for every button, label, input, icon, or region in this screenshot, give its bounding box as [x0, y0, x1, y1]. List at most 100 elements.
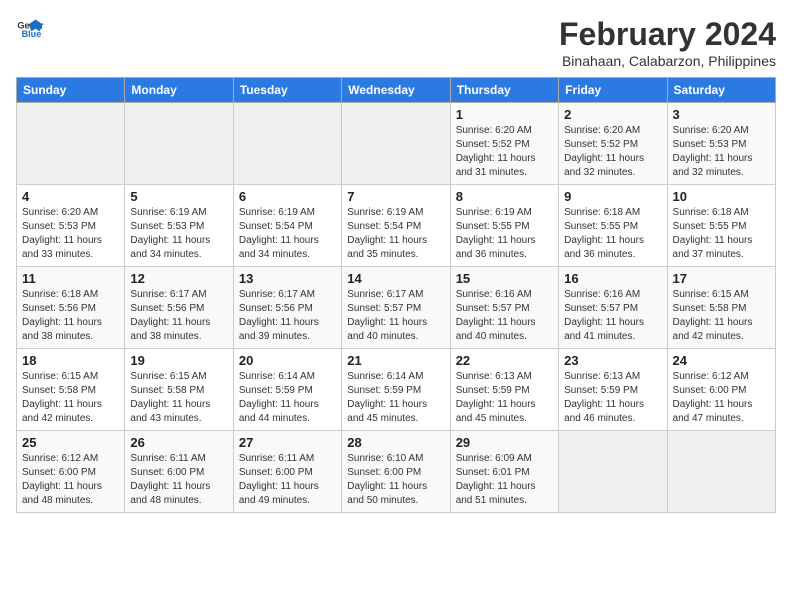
calendar-cell: 12 Sunrise: 6:17 AMSunset: 5:56 PMDayligh… [125, 267, 233, 349]
day-number: 20 [239, 353, 336, 368]
day-number: 7 [347, 189, 444, 204]
day-info: Sunrise: 6:17 AMSunset: 5:56 PMDaylight:… [130, 288, 227, 344]
day-info: Sunrise: 6:20 AMSunset: 5:53 PMDaylight:… [22, 206, 119, 262]
calendar-cell: 19 Sunrise: 6:15 AMSunset: 5:58 PMDayligh… [125, 349, 233, 431]
day-number: 28 [347, 435, 444, 450]
day-header: Sunday [17, 78, 125, 103]
calendar-week-row: 18 Sunrise: 6:15 AMSunset: 5:58 PMDayligh… [17, 349, 776, 431]
day-header: Friday [559, 78, 667, 103]
calendar-cell: 11 Sunrise: 6:18 AMSunset: 5:56 PMDayligh… [17, 267, 125, 349]
calendar-cell: 28Sunrise: 6:10 AMSunset: 6:00 PMDayligh… [342, 431, 450, 513]
day-info: Sunrise: 6:14 AMSunset: 5:59 PMDaylight:… [239, 370, 336, 426]
calendar-cell: 8Sunrise: 6:19 AMSunset: 5:55 PMDaylight… [450, 185, 558, 267]
day-number: 25 [22, 435, 119, 450]
day-info: Sunrise: 6:18 AMSunset: 5:55 PMDaylight:… [673, 206, 770, 262]
calendar-cell [125, 103, 233, 185]
day-info: Sunrise: 6:16 AMSunset: 5:57 PMDaylight:… [564, 288, 661, 344]
day-number: 3 [673, 107, 770, 122]
calendar-cell [233, 103, 341, 185]
day-info: Sunrise: 6:12 AMSunset: 6:00 PMDaylight:… [673, 370, 770, 426]
day-number: 23 [564, 353, 661, 368]
calendar-cell: 25 Sunrise: 6:12 AMSunset: 6:00 PMDayligh… [17, 431, 125, 513]
day-number: 15 [456, 271, 553, 286]
calendar-cell: 10 Sunrise: 6:18 AMSunset: 5:55 PMDayligh… [667, 185, 775, 267]
day-info: Sunrise: 6:20 AMSunset: 5:52 PMDaylight:… [456, 124, 553, 180]
day-info: Sunrise: 6:18 AMSunset: 5:56 PMDaylight:… [22, 288, 119, 344]
day-number: 17 [673, 271, 770, 286]
calendar-cell: 3 Sunrise: 6:20 AMSunset: 5:53 PMDaylight… [667, 103, 775, 185]
day-number: 5 [130, 189, 227, 204]
location-subtitle: Binahaan, Calabarzon, Philippines [559, 53, 776, 69]
day-header: Saturday [667, 78, 775, 103]
day-number: 4 [22, 189, 119, 204]
calendar-cell: 15Sunrise: 6:16 AMSunset: 5:57 PMDayligh… [450, 267, 558, 349]
day-header: Wednesday [342, 78, 450, 103]
day-number: 21 [347, 353, 444, 368]
day-info: Sunrise: 6:13 AMSunset: 5:59 PMDaylight:… [456, 370, 553, 426]
logo: General Blue [16, 16, 44, 44]
calendar-cell: 13 Sunrise: 6:17 AMSunset: 5:56 PMDayligh… [233, 267, 341, 349]
day-info: Sunrise: 6:19 AMSunset: 5:54 PMDaylight:… [239, 206, 336, 262]
day-info: Sunrise: 6:17 AMSunset: 5:56 PMDaylight:… [239, 288, 336, 344]
month-year-title: February 2024 [559, 16, 776, 53]
title-block: February 2024 Binahaan, Calabarzon, Phil… [559, 16, 776, 69]
day-number: 11 [22, 271, 119, 286]
calendar-cell: 1 Sunrise: 6:20 AMSunset: 5:52 PMDaylight… [450, 103, 558, 185]
day-number: 10 [673, 189, 770, 204]
calendar-cell [342, 103, 450, 185]
day-info: Sunrise: 6:11 AMSunset: 6:00 PMDaylight:… [239, 452, 336, 508]
calendar-cell: 26Sunrise: 6:11 AMSunset: 6:00 PMDayligh… [125, 431, 233, 513]
calendar-cell: 7 Sunrise: 6:19 AMSunset: 5:54 PMDaylight… [342, 185, 450, 267]
calendar-cell: 14Sunrise: 6:17 AMSunset: 5:57 PMDayligh… [342, 267, 450, 349]
day-number: 19 [130, 353, 227, 368]
day-info: Sunrise: 6:19 AMSunset: 5:54 PMDaylight:… [347, 206, 444, 262]
day-number: 16 [564, 271, 661, 286]
logo-icon: General Blue [16, 16, 44, 44]
day-info: Sunrise: 6:20 AMSunset: 5:52 PMDaylight:… [564, 124, 661, 180]
calendar-table: SundayMondayTuesdayWednesdayThursdayFrid… [16, 77, 776, 513]
calendar-cell: 16 Sunrise: 6:16 AMSunset: 5:57 PMDayligh… [559, 267, 667, 349]
day-number: 18 [22, 353, 119, 368]
day-header: Thursday [450, 78, 558, 103]
calendar-cell: 20 Sunrise: 6:14 AMSunset: 5:59 PMDayligh… [233, 349, 341, 431]
day-info: Sunrise: 6:20 AMSunset: 5:53 PMDaylight:… [673, 124, 770, 180]
day-info: Sunrise: 6:09 AMSunset: 6:01 PMDaylight:… [456, 452, 553, 508]
calendar-cell: 6Sunrise: 6:19 AMSunset: 5:54 PMDaylight… [233, 185, 341, 267]
calendar-cell: 24 Sunrise: 6:12 AMSunset: 6:00 PMDayligh… [667, 349, 775, 431]
calendar-cell: 22Sunrise: 6:13 AMSunset: 5:59 PMDayligh… [450, 349, 558, 431]
calendar-cell: 9 Sunrise: 6:18 AMSunset: 5:55 PMDaylight… [559, 185, 667, 267]
calendar-body: 1 Sunrise: 6:20 AMSunset: 5:52 PMDaylight… [17, 103, 776, 513]
calendar-week-row: 4 Sunrise: 6:20 AMSunset: 5:53 PMDaylight… [17, 185, 776, 267]
day-number: 12 [130, 271, 227, 286]
day-info: Sunrise: 6:15 AMSunset: 5:58 PMDaylight:… [130, 370, 227, 426]
calendar-cell: 27 Sunrise: 6:11 AMSunset: 6:00 PMDayligh… [233, 431, 341, 513]
calendar-cell: 29Sunrise: 6:09 AMSunset: 6:01 PMDayligh… [450, 431, 558, 513]
calendar-header-row: SundayMondayTuesdayWednesdayThursdayFrid… [17, 78, 776, 103]
day-header: Monday [125, 78, 233, 103]
calendar-cell [559, 431, 667, 513]
day-info: Sunrise: 6:15 AMSunset: 5:58 PMDaylight:… [22, 370, 119, 426]
day-number: 1 [456, 107, 553, 122]
day-info: Sunrise: 6:13 AMSunset: 5:59 PMDaylight:… [564, 370, 661, 426]
day-number: 24 [673, 353, 770, 368]
calendar-week-row: 25 Sunrise: 6:12 AMSunset: 6:00 PMDayligh… [17, 431, 776, 513]
day-number: 9 [564, 189, 661, 204]
calendar-cell [17, 103, 125, 185]
calendar-cell: 18 Sunrise: 6:15 AMSunset: 5:58 PMDayligh… [17, 349, 125, 431]
calendar-cell: 5 Sunrise: 6:19 AMSunset: 5:53 PMDaylight… [125, 185, 233, 267]
day-number: 26 [130, 435, 227, 450]
calendar-cell: 4 Sunrise: 6:20 AMSunset: 5:53 PMDaylight… [17, 185, 125, 267]
day-info: Sunrise: 6:19 AMSunset: 5:53 PMDaylight:… [130, 206, 227, 262]
calendar-week-row: 11 Sunrise: 6:18 AMSunset: 5:56 PMDayligh… [17, 267, 776, 349]
day-info: Sunrise: 6:19 AMSunset: 5:55 PMDaylight:… [456, 206, 553, 262]
day-number: 2 [564, 107, 661, 122]
day-number: 27 [239, 435, 336, 450]
calendar-cell: 21Sunrise: 6:14 AMSunset: 5:59 PMDayligh… [342, 349, 450, 431]
day-info: Sunrise: 6:18 AMSunset: 5:55 PMDaylight:… [564, 206, 661, 262]
calendar-cell [667, 431, 775, 513]
day-number: 14 [347, 271, 444, 286]
day-info: Sunrise: 6:15 AMSunset: 5:58 PMDaylight:… [673, 288, 770, 344]
day-number: 13 [239, 271, 336, 286]
day-info: Sunrise: 6:12 AMSunset: 6:00 PMDaylight:… [22, 452, 119, 508]
calendar-cell: 23 Sunrise: 6:13 AMSunset: 5:59 PMDayligh… [559, 349, 667, 431]
